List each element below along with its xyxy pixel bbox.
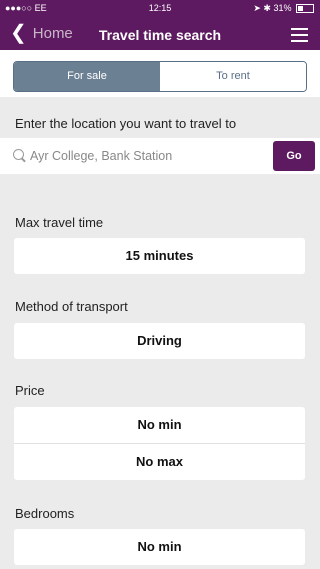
tab-for-sale[interactable]: For sale bbox=[14, 62, 160, 91]
bluetooth-icon: ✱ bbox=[263, 3, 271, 13]
bedrooms-picker: No min bbox=[14, 529, 305, 565]
location-prompt: Enter the location you want to travel to bbox=[15, 116, 237, 131]
transport-method-picker[interactable]: Driving bbox=[14, 323, 305, 359]
location-search-input[interactable] bbox=[30, 148, 260, 164]
max-travel-time-label: Max travel time bbox=[15, 215, 104, 230]
location-arrow-icon: ➤ bbox=[253, 3, 261, 13]
battery-percent: 31% bbox=[273, 3, 292, 13]
go-button[interactable]: Go bbox=[273, 141, 315, 171]
listing-type-section: For sale To rent bbox=[0, 50, 320, 97]
tab-to-rent[interactable]: To rent bbox=[160, 62, 306, 91]
battery-icon bbox=[296, 4, 314, 14]
bedrooms-min-option[interactable]: No min bbox=[14, 529, 305, 565]
hamburger-menu-icon[interactable] bbox=[291, 28, 308, 46]
price-picker: No min No max bbox=[14, 407, 305, 480]
max-travel-time-picker[interactable]: 15 minutes bbox=[14, 238, 305, 274]
search-icon bbox=[13, 149, 24, 160]
price-min-option[interactable]: No min bbox=[14, 407, 305, 443]
transport-method-label: Method of transport bbox=[15, 299, 128, 314]
page-title: Travel time search bbox=[98, 27, 222, 43]
bedrooms-label: Bedrooms bbox=[15, 506, 75, 521]
listing-type-toggle: For sale To rent bbox=[13, 61, 307, 92]
transport-method-value[interactable]: Driving bbox=[14, 323, 305, 359]
price-label: Price bbox=[15, 383, 45, 398]
location-search-bar: Go bbox=[0, 138, 320, 174]
app-header: ●●●○○ EE 12:15 ➤ ✱ 31% ❮ Home Travel tim… bbox=[0, 0, 320, 50]
status-bar: ●●●○○ EE 12:15 ➤ ✱ 31% bbox=[0, 0, 320, 16]
max-travel-time-value[interactable]: 15 minutes bbox=[14, 238, 305, 274]
nav-bar: ❮ Home Travel time search bbox=[0, 18, 320, 50]
price-max-option[interactable]: No max bbox=[14, 444, 305, 480]
battery-status: ➤ ✱ 31% bbox=[253, 0, 314, 16]
